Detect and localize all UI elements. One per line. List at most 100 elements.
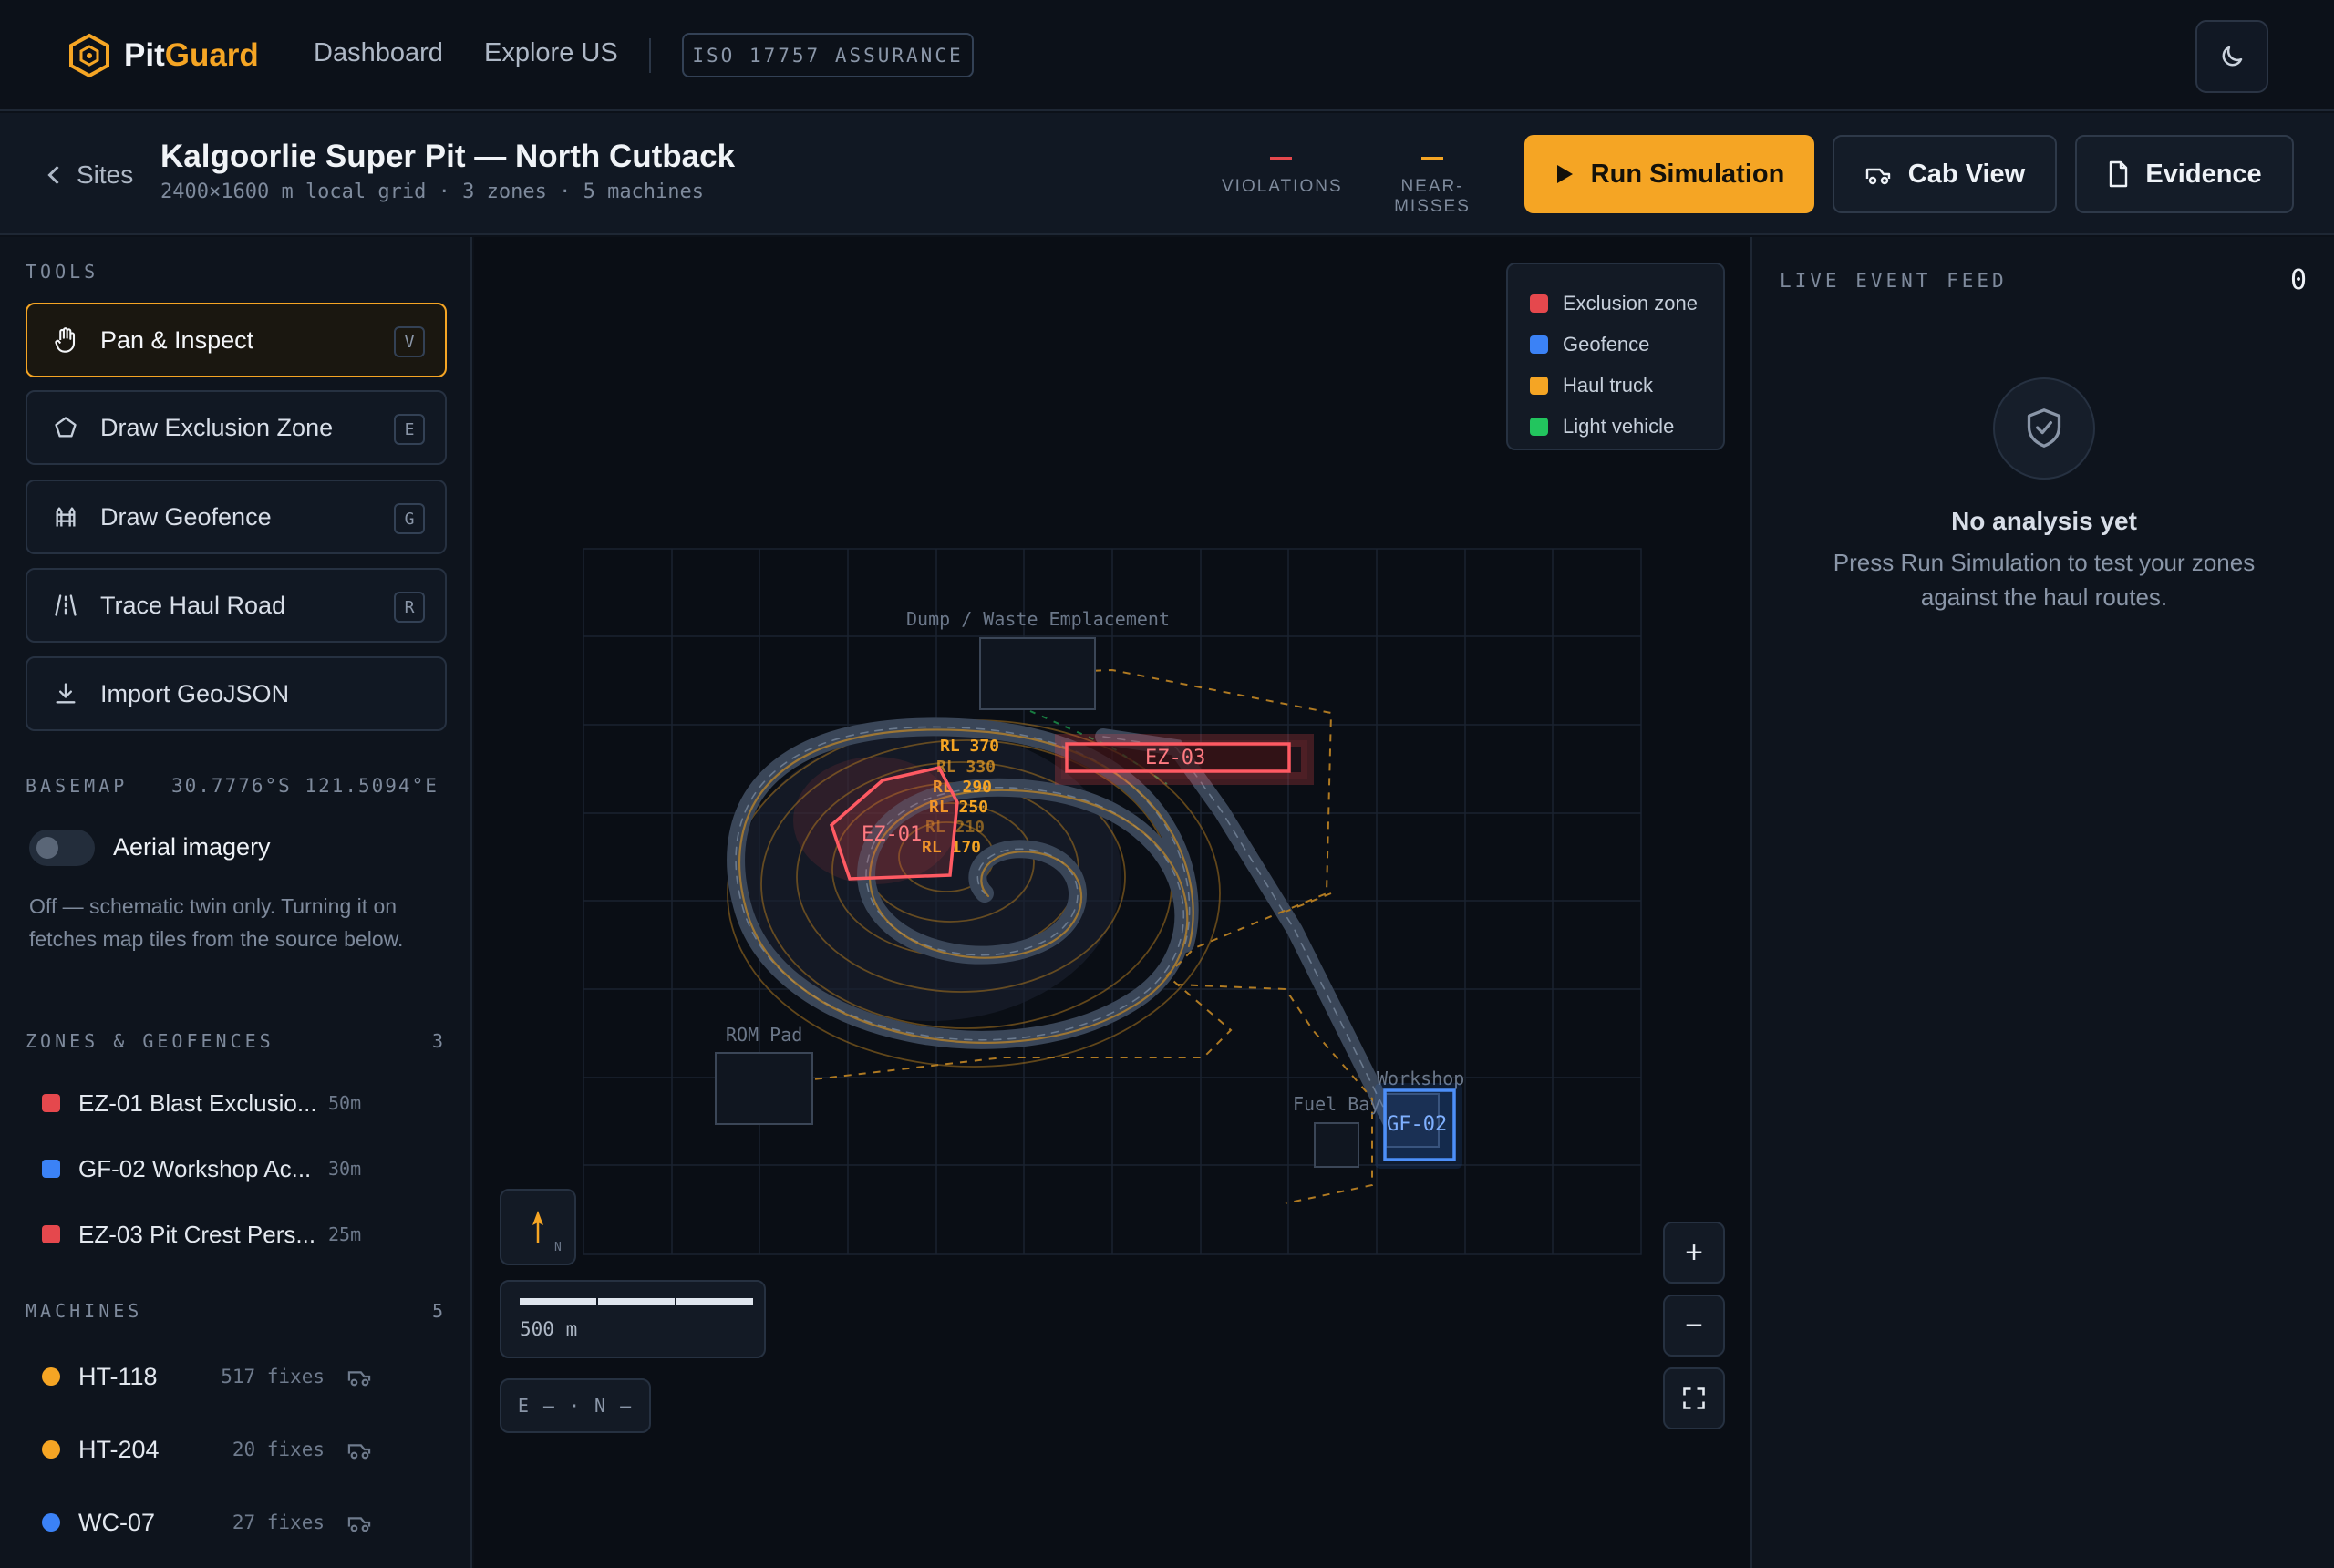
legend-swatch (1530, 294, 1548, 313)
legend-swatch (1530, 335, 1548, 354)
compass[interactable]: N (500, 1189, 576, 1265)
legend-label: Exclusion zone (1563, 291, 1698, 315)
feed-count: 0 (2289, 264, 2307, 296)
hexagon-logo-icon (69, 33, 109, 78)
cab-view-button[interactable]: Cab View (1833, 135, 2057, 213)
tool-label: Import GeoJSON (100, 679, 290, 707)
rom-label: ROM Pad (726, 1024, 802, 1046)
empty-state-title: No analysis yet (1951, 507, 2137, 535)
legend-label: Haul truck (1563, 373, 1654, 397)
zone-list-item[interactable]: EZ-03 Pit Crest Pers... 25m (42, 1216, 443, 1253)
bench-label: RL 330 (936, 758, 996, 777)
near-misses-value-dash (1421, 157, 1443, 160)
truck-icon (1865, 168, 1890, 185)
tool-trace-haul-road[interactable]: Trace Haul Road R (26, 568, 447, 643)
machine-name: HT-118 (78, 1362, 158, 1390)
empty-state-text: Press Run Simulation to test your zones … (1833, 549, 2256, 611)
map-canvas[interactable]: Dump / Waste Emplacement ROM Pad Fuel Ba… (474, 237, 1750, 1568)
cursor-coordinates: E — · N — (500, 1378, 651, 1433)
legend-item: Exclusion zone (1530, 283, 1723, 324)
shortcut-key: G (394, 503, 425, 534)
tools-sidebar: TOOLS Pan & Inspect V Draw Exclusion Zon… (0, 237, 472, 1568)
legend-swatch (1530, 376, 1548, 395)
scale-label: 500 m (520, 1318, 578, 1340)
light-vehicle-dot (42, 1513, 60, 1532)
fuel-bay-label: Fuel Bay (1293, 1093, 1380, 1115)
tool-draw-geofence[interactable]: Draw Geofence G (26, 480, 447, 554)
road-icon (55, 594, 77, 616)
gf02-label: GF-02 (1387, 1113, 1447, 1136)
cab-view-icon[interactable] (346, 1366, 372, 1387)
zone-list-item[interactable]: EZ-01 Blast Exclusio... 50m (42, 1085, 443, 1121)
machine-list-item[interactable]: WC-07 27 fixes (42, 1504, 443, 1541)
expand-icon (1683, 1387, 1705, 1409)
dump-label: Dump / Waste Emplacement (906, 608, 1170, 630)
theme-toggle-button[interactable] (2195, 20, 2268, 93)
play-icon (1556, 165, 1573, 183)
violations-label: VIOLATIONS (1222, 177, 1343, 196)
tool-pan-inspect[interactable]: Pan & Inspect V (26, 303, 447, 377)
bench-label: RL 370 (940, 737, 999, 756)
fence-icon (56, 507, 76, 527)
zone-name: EZ-03 Pit Crest Pers... (78, 1220, 316, 1248)
run-simulation-button[interactable]: Run Simulation (1524, 135, 1814, 213)
basemap-coordinates: 30.7776°S 121.5094°E (171, 775, 439, 797)
tool-import-geojson[interactable]: Import GeoJSON (26, 656, 447, 731)
machine-list-item[interactable]: HT-204 20 fixes (42, 1431, 443, 1468)
shortcut-key: R (394, 592, 425, 623)
page-title: Kalgoorlie Super Pit — North Cutback (160, 139, 736, 174)
legend-item: Geofence (1530, 324, 1723, 365)
machine-fixes: 20 fixes (232, 1439, 325, 1460)
feed-title: LIVE EVENT FEED (1780, 270, 2008, 292)
machine-name: WC-07 (78, 1508, 156, 1536)
zone-buffer: 25m (328, 1223, 362, 1245)
back-to-sites-link[interactable]: Sites (46, 160, 133, 190)
app-logo[interactable]: PitGuard (67, 33, 259, 78)
download-icon (56, 683, 76, 704)
nav-explore-us[interactable]: Explore US (484, 38, 618, 68)
zoom-out-button[interactable]: − (1663, 1295, 1725, 1357)
tool-label: Draw Geofence (100, 502, 272, 531)
basemap-section-label: BASEMAP (26, 775, 129, 797)
legend-item: Haul truck (1530, 365, 1723, 406)
cab-view-icon[interactable] (346, 1511, 372, 1533)
scale-ruler (520, 1298, 753, 1305)
empty-state-badge (1993, 377, 2095, 480)
tools-section-label: TOOLS (26, 261, 99, 283)
tool-label: Draw Exclusion Zone (100, 413, 334, 441)
zoom-in-button[interactable]: + (1663, 1222, 1725, 1284)
fit-view-button[interactable] (1663, 1367, 1725, 1429)
top-nav: PitGuard Dashboard Explore US ISO 17757 … (0, 0, 2334, 111)
tool-label: Trace Haul Road (100, 591, 286, 619)
shortcut-key: V (394, 326, 425, 357)
near-misses-label: NEAR-MISSES (1394, 177, 1471, 216)
nav-dashboard[interactable]: Dashboard (314, 38, 443, 68)
shield-check-icon (2027, 408, 2061, 448)
evidence-button[interactable]: Evidence (2075, 135, 2294, 213)
geofence-swatch (42, 1160, 60, 1178)
legend-label: Light vehicle (1563, 414, 1675, 438)
zones-section-label: ZONES & GEOFENCES (26, 1030, 274, 1052)
machines-count: 5 (431, 1300, 443, 1322)
cab-view-icon[interactable] (346, 1439, 372, 1460)
scale-bar: 500 m (500, 1280, 766, 1358)
back-label: Sites (77, 160, 134, 189)
cab-view-label: Cab View (1907, 159, 2026, 189)
near-misses-stat: NEAR-MISSES (1364, 148, 1501, 217)
zone-name: GF-02 Workshop Ac... (78, 1154, 312, 1182)
zone-list-item[interactable]: GF-02 Workshop Ac... 30m (42, 1150, 443, 1187)
machine-name: HT-204 (78, 1435, 160, 1463)
shortcut-key: E (394, 414, 425, 445)
machine-list-item[interactable]: HT-118 517 fixes (42, 1358, 443, 1395)
violations-stat: VIOLATIONS (1222, 148, 1343, 197)
zones-count: 3 (431, 1030, 443, 1052)
tool-draw-exclusion-zone[interactable]: Draw Exclusion Zone E (26, 390, 447, 465)
chevron-left-icon (47, 165, 59, 185)
legend-label: Geofence (1563, 332, 1650, 356)
haul-truck-dot (42, 1367, 60, 1386)
machine-fixes: 27 fixes (232, 1511, 325, 1533)
exclusion-swatch (42, 1225, 60, 1243)
machine-fixes: 517 fixes (221, 1366, 325, 1387)
exclusion-swatch (42, 1094, 60, 1112)
aerial-imagery-toggle[interactable] (29, 830, 95, 866)
